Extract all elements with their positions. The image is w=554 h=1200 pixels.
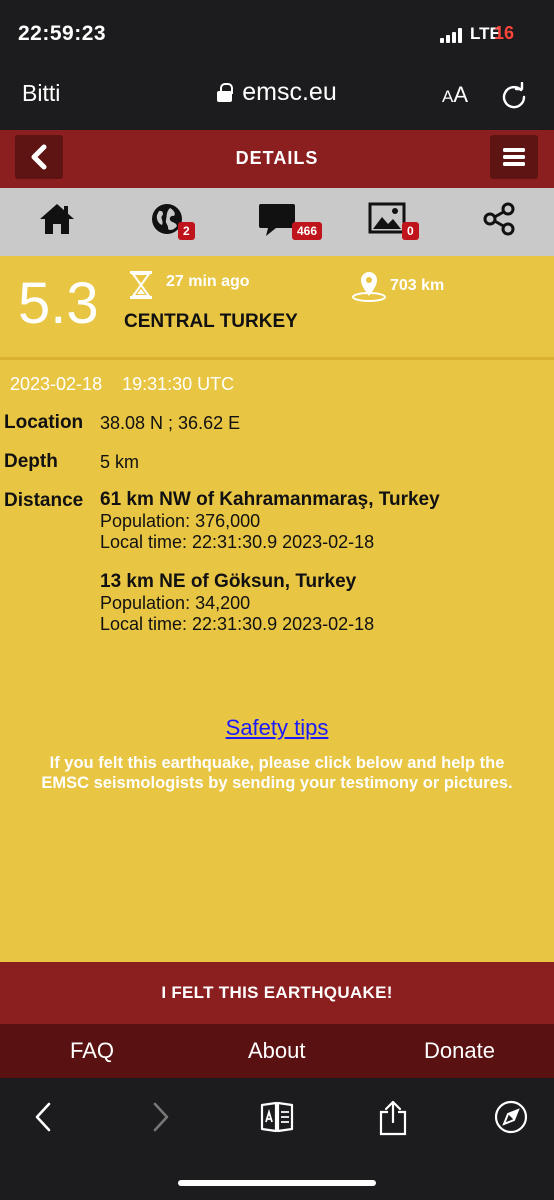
page-title: DETAILS [235,148,319,168]
safety-tips-link[interactable]: Safety tips [0,715,554,741]
status-time: 22:59:23 [18,22,107,45]
home-indicator [178,1180,376,1186]
battery-level: 16 [494,23,515,43]
about-link[interactable]: About [248,1038,306,1064]
reader-translate-icon[interactable] [260,1100,294,1134]
pictures-tab[interactable]: 0 [368,202,419,242]
event-date: 2023-02-18 [10,374,103,394]
pictures-count-badge: 0 [402,222,419,240]
felt-earthquake-button[interactable]: I FELT THIS EARTHQUAKE! [0,962,554,1024]
status-bar: 22:59:23 LTE 16 [0,0,554,64]
comment-icon [259,204,295,236]
home-tab[interactable] [38,202,76,242]
time-ago: 27 min ago [166,273,250,290]
magnitude: 5.3 [18,271,99,336]
hourglass-icon [130,271,152,299]
region-name: CENTRAL TURKEY [124,311,298,332]
url-text: emsc.eu [242,78,337,106]
event-datetime: 2023-02-18 19:31:30 UTC [10,374,254,395]
compass-icon[interactable] [494,1100,528,1134]
icon-nav-bar: 2 466 0 [0,188,554,256]
event-summary: 5.3 27 min ago 703 km CENTRAL TURKEY [0,256,554,360]
globe-count-badge: 2 [178,222,195,240]
home-icon [40,204,74,234]
share-tab[interactable] [482,202,516,242]
browser-back-icon[interactable] [30,1100,56,1134]
location-label: Location [4,412,84,433]
site-footer: FAQ About Donate [0,1024,554,1078]
hamburger-icon [503,148,525,166]
distance-from-user: 703 km [390,277,445,294]
reload-icon[interactable] [500,82,528,110]
menu-button[interactable] [490,135,538,179]
event-time: 19:31:30 UTC [122,374,235,394]
comments-count-badge: 466 [292,222,323,240]
comments-tab[interactable]: 466 [258,202,323,242]
lock-icon [217,83,234,102]
nearby-place: 61 km NW of Kahramanmaraş, Turkey Popula… [100,489,440,552]
nearby-place: 13 km NE of Göksun, Turkey Population: 3… [100,571,375,634]
distance-label: Distance [4,490,84,511]
event-details: 5.3 27 min ago 703 km CENTRAL TURKEY 202… [0,256,554,962]
signal-icon [440,27,466,43]
text-size-button[interactable]: AA [442,82,468,108]
depth-label: Depth [4,451,58,472]
browser-forward-icon[interactable] [148,1100,174,1134]
donate-link[interactable]: Donate [424,1038,495,1064]
share-sheet-icon[interactable] [378,1100,408,1136]
image-icon [368,202,406,234]
share-icon [483,202,515,236]
address-bar[interactable]: emsc.eu [0,78,554,107]
browser-top-bar: Bitti emsc.eu AA [0,64,554,130]
depth-value: 5 km [100,452,140,472]
location-pin-icon [352,272,386,302]
felt-instructions: If you felt this earthquake, please clic… [41,754,513,792]
faq-link[interactable]: FAQ [70,1038,114,1064]
globe-tab[interactable]: 2 [150,202,195,242]
location-value: 38.08 N ; 36.62 E [100,413,241,433]
site-header: DETAILS [0,130,554,188]
